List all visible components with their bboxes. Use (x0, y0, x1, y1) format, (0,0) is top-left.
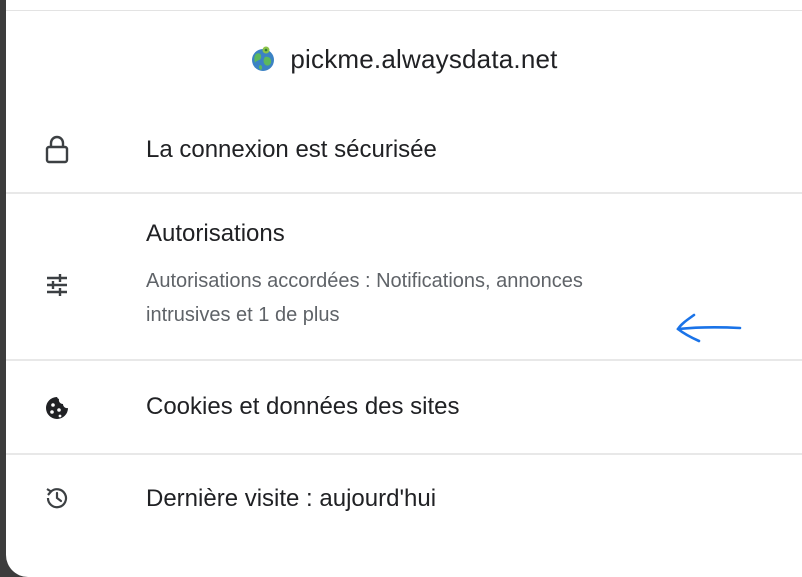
cookies-title: Cookies et données des sites (146, 393, 460, 420)
permissions-subtitle-line1: Autorisations accordées : Notifications,… (146, 270, 583, 292)
history-icon (40, 481, 74, 515)
site-info-panel: pickme.alwaysdata.net La connexion est s… (6, 0, 802, 577)
top-divider (6, 10, 802, 11)
row-cookies[interactable]: Cookies et données des sites (6, 361, 802, 453)
cookie-icon (40, 391, 74, 425)
last-visit-title: Dernière visite : aujourd'hui (146, 485, 437, 512)
tune-sliders-icon (40, 268, 74, 302)
permissions-title: Autorisations (146, 220, 285, 247)
annotation-arrow-icon (676, 313, 742, 343)
site-header: pickme.alwaysdata.net (6, 36, 802, 82)
row-connection[interactable]: La connexion est sécurisée (6, 112, 802, 192)
lock-icon (40, 132, 74, 166)
row-last-visit[interactable]: Dernière visite : aujourd'hui (6, 455, 802, 545)
connection-title: La connexion est sécurisée (146, 136, 437, 163)
globe-earth-icon (250, 45, 276, 73)
site-domain: pickme.alwaysdata.net (290, 43, 558, 74)
